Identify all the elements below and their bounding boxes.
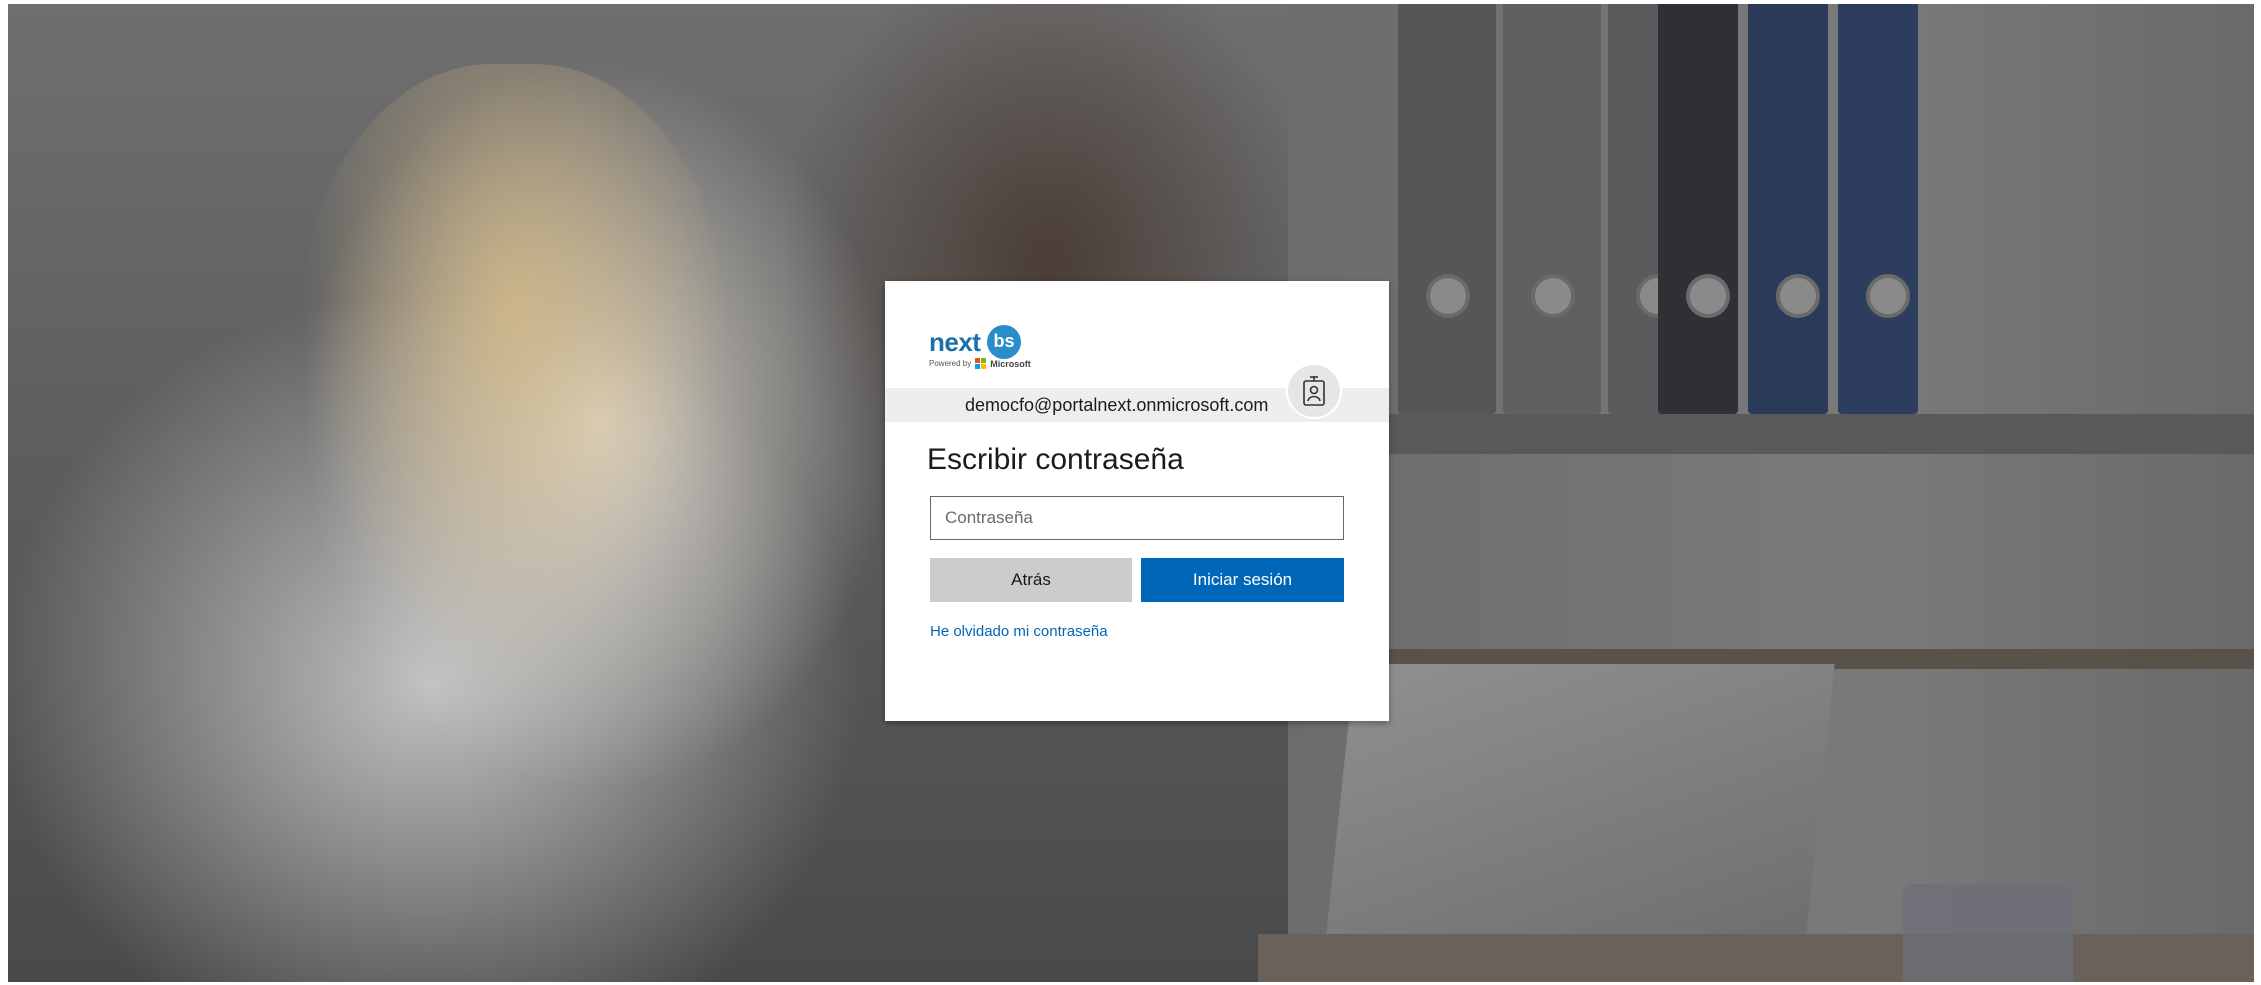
identity-bar: democfo@portalnext.onmicrosoft.com: [885, 363, 1389, 422]
logo-brand-text: next: [929, 327, 981, 357]
id-badge-icon: [1286, 363, 1342, 419]
page-title: Escribir contraseña: [927, 443, 1184, 476]
background-binder: [1398, 4, 1496, 414]
login-card: next bs Powered by Microsoft democfo@por…: [885, 281, 1389, 721]
background-person-hair: [298, 64, 728, 664]
powered-by-text: Powered by: [929, 359, 972, 368]
forgot-password-link[interactable]: He olvidado mi contraseña: [930, 623, 1108, 640]
background-binder: [1838, 4, 1918, 414]
company-logo: next bs Powered by Microsoft: [929, 325, 1345, 375]
password-input[interactable]: [930, 496, 1344, 540]
background-binder: [1748, 4, 1828, 414]
background-desk: [1258, 934, 2254, 982]
microsoft-text: Microsoft: [990, 358, 1031, 369]
signin-button[interactable]: Iniciar sesión: [1141, 558, 1344, 602]
background-binder: [1503, 4, 1601, 414]
identity-email: democfo@portalnext.onmicrosoft.com: [965, 395, 1269, 415]
logo-powered-by: Powered by Microsoft: [929, 358, 1031, 369]
microsoft-logo-icon: [975, 358, 987, 369]
background-binder: [1658, 4, 1738, 414]
background-shelf: [1368, 414, 2254, 454]
background-pen-cup: [1903, 884, 2073, 982]
logo-badge: bs: [987, 325, 1021, 359]
back-button[interactable]: Atrás: [930, 558, 1132, 602]
